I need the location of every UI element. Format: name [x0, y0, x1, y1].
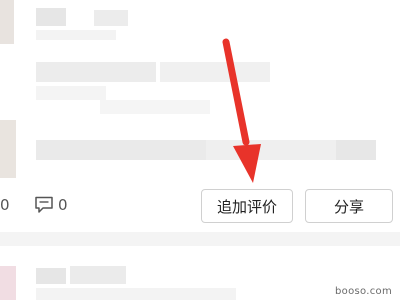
blurred-meta — [36, 30, 116, 40]
add-review-button[interactable]: 追加评价 — [201, 189, 293, 223]
review-screen: 0 0 追加评价 分享 booso.com — [0, 0, 400, 300]
blurred-text — [336, 140, 376, 160]
share-button[interactable]: 分享 — [305, 189, 393, 223]
blurred-meta — [36, 288, 236, 300]
comment-control[interactable]: 0 — [34, 194, 68, 216]
review-card: 0 0 追加评价 分享 — [0, 0, 400, 232]
blurred-username — [36, 268, 66, 284]
comment-count: 0 — [58, 196, 68, 214]
blurred-avatar — [0, 266, 16, 300]
blurred-text — [36, 62, 156, 82]
blurred-username — [94, 10, 128, 26]
blurred-username — [36, 8, 66, 26]
like-count: 0 — [0, 196, 10, 214]
blurred-text — [36, 86, 106, 100]
blurred-text — [160, 62, 270, 82]
blurred-text — [206, 140, 336, 160]
blurred-thumb — [0, 120, 16, 178]
blurred-text — [100, 100, 210, 114]
blurred-avatar — [0, 0, 14, 44]
review-action-bar: 0 0 追加评价 分享 — [0, 186, 400, 226]
blurred-text — [36, 140, 206, 160]
comment-icon — [34, 196, 54, 214]
card-divider — [0, 232, 400, 246]
watermark: booso.com — [335, 286, 392, 297]
blurred-username — [70, 266, 126, 284]
